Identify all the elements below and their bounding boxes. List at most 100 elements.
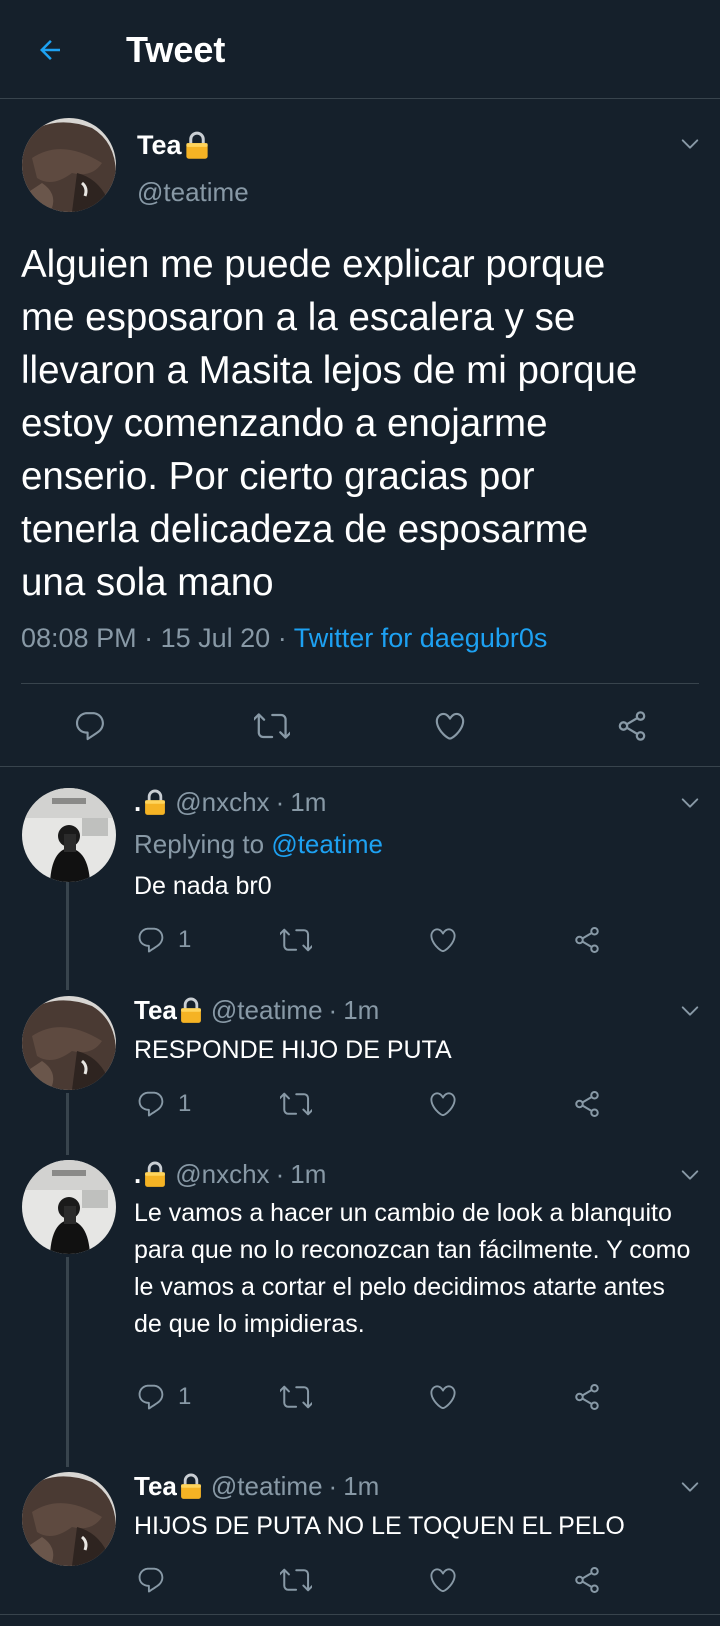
retweet-icon (280, 1088, 312, 1120)
chevron-down-icon (679, 133, 701, 155)
like-button[interactable] (428, 920, 458, 960)
retweet-button[interactable] (280, 920, 312, 960)
separator: · (275, 787, 285, 817)
separator: · (275, 1159, 285, 1189)
avatar-image (22, 1160, 116, 1254)
page-title: Tweet (126, 29, 226, 70)
separator: · (328, 995, 338, 1025)
replying-label: Replying to (134, 829, 265, 859)
reply-icon (136, 1089, 166, 1119)
lock-icon (143, 788, 167, 816)
reply-button[interactable]: 1 (136, 1084, 191, 1124)
chevron-down-icon (679, 1164, 701, 1186)
tweet-time: 1m (343, 995, 380, 1025)
like-button[interactable] (428, 1377, 458, 1417)
avatar[interactable] (22, 996, 116, 1090)
like-button[interactable] (428, 1560, 458, 1600)
tweet-menu-button[interactable] (675, 1472, 705, 1502)
share-button[interactable] (572, 920, 602, 960)
share-icon (572, 1089, 602, 1119)
retweet-button[interactable] (250, 704, 294, 748)
tweet-menu-button[interactable] (675, 788, 705, 818)
like-button[interactable] (428, 704, 472, 748)
tweet-menu-button[interactable] (675, 1160, 705, 1190)
avatar[interactable] (22, 1472, 116, 1566)
author-name[interactable]: . (134, 786, 167, 818)
tweet-actions: 1 (0, 920, 720, 960)
meta-separator: · (277, 623, 287, 653)
lock-icon (179, 996, 203, 1024)
like-icon (433, 709, 467, 743)
tweet-actions: 1 (0, 1084, 720, 1124)
retweet-button[interactable] (280, 1377, 312, 1417)
author-handle[interactable]: @teatime (137, 177, 249, 207)
tweet-actions (0, 684, 720, 766)
share-button[interactable] (572, 1377, 602, 1417)
avatar-image (22, 996, 116, 1090)
author-name[interactable]: Tea (137, 129, 210, 161)
tweet-menu-button[interactable] (675, 996, 705, 1026)
mention-link[interactable]: @teatime (271, 829, 383, 859)
tweet-menu-button[interactable] (675, 129, 705, 159)
tweet-time: 1m (290, 1159, 327, 1189)
separator: · (328, 1471, 338, 1501)
author-handle[interactable]: @nxchx (175, 786, 269, 818)
reply-button[interactable]: 1 (136, 1377, 191, 1417)
like-icon (428, 1382, 458, 1412)
reply-tweet[interactable]: Tea @teatime · 1m HIJOS DE PUTA NO LE TO… (0, 1452, 720, 1612)
avatar[interactable] (22, 788, 116, 882)
reply-button[interactable] (136, 1560, 178, 1600)
reply-header: Tea @teatime · 1m (134, 1470, 379, 1502)
avatar-image (22, 788, 116, 882)
reply-icon (136, 1565, 166, 1595)
avatar[interactable] (22, 118, 116, 212)
tweet-meta: 08:08 PM · 15 Jul 20 · Twitter for daegu… (21, 621, 547, 655)
tweet-actions: 1 (0, 1377, 720, 1417)
author-name[interactable]: . (134, 1158, 167, 1190)
reply-count: 1 (178, 1383, 192, 1410)
like-button[interactable] (428, 1084, 458, 1124)
avatar-image (22, 1472, 116, 1566)
reply-tweet[interactable]: . @nxchx · 1m Replying to @teatime De na… (0, 768, 720, 968)
author-name[interactable]: Tea (134, 1470, 203, 1502)
reply-header: . @nxchx · 1m (134, 1158, 326, 1190)
author-handle[interactable]: @teatime (211, 994, 323, 1026)
tweet-actions (0, 1560, 720, 1600)
reply-tweet[interactable]: Tea @teatime · 1m RESPONDE HIJO DE PUTA … (0, 976, 720, 1126)
retweet-button[interactable] (280, 1084, 312, 1124)
top-bar: Tweet (0, 0, 720, 99)
author-handle[interactable]: @teatime (211, 1470, 323, 1502)
tweet-text: Le vamos a hacer un cambio de look a bla… (134, 1199, 691, 1338)
share-button[interactable] (610, 704, 654, 748)
tweet-source-link[interactable]: Twitter for daegubr0s (294, 623, 548, 653)
author-name-text: . (134, 787, 142, 817)
share-icon (572, 1565, 602, 1595)
author-handle[interactable]: @nxchx (175, 1158, 269, 1190)
author-name[interactable]: Tea (134, 994, 203, 1026)
author-name-text: Tea (134, 995, 177, 1025)
reply-button[interactable] (68, 704, 112, 748)
share-button[interactable] (572, 1560, 602, 1600)
author-name-text: Tea (137, 130, 182, 160)
lock-icon (143, 1160, 167, 1188)
reply-tweet[interactable]: . @nxchx · 1m Le vamos a hacer un cambio… (0, 1140, 720, 1440)
reply-button[interactable]: 1 (136, 920, 191, 960)
retweet-icon (280, 1564, 312, 1596)
retweet-button[interactable] (280, 1560, 312, 1600)
share-icon (572, 1382, 602, 1412)
back-button[interactable] (30, 30, 70, 70)
avatar-image (22, 118, 116, 212)
tweet-text: HIJOS DE PUTA NO LE TOQUEN EL PELO (134, 1512, 625, 1540)
divider (0, 1614, 720, 1615)
share-button[interactable] (572, 1084, 602, 1124)
reply-count: 1 (178, 1090, 192, 1117)
retweet-icon (280, 924, 312, 956)
reply-header: Tea @teatime · 1m (134, 994, 379, 1026)
like-icon (428, 1089, 458, 1119)
avatar[interactable] (22, 1160, 116, 1254)
lock-icon (179, 1472, 203, 1500)
meta-separator: · (144, 623, 154, 653)
back-arrow-icon (40, 40, 60, 60)
reply-header: . @nxchx · 1m (134, 786, 326, 818)
lock-icon (184, 130, 210, 160)
